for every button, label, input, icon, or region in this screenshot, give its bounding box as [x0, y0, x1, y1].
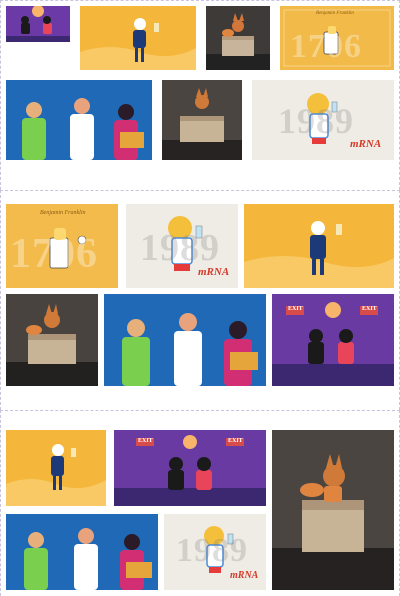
thumbnail-franklin-gold-small[interactable]: [6, 430, 106, 506]
thumbnail-chemistry-lab-medium[interactable]: EXIT EXIT: [272, 294, 394, 386]
thumbnail-fox-box-photo-2[interactable]: [6, 294, 98, 386]
exit-sign-left: EXIT: [288, 306, 303, 312]
thumbnail-fox-box-photo[interactable]: [162, 80, 242, 160]
thumbnail-franklin-gold[interactable]: [80, 6, 196, 70]
thumbnail-year-1706-small[interactable]: Benjamin Franklin 1706: [280, 6, 394, 70]
thumbnail-fox-box-photo-tall[interactable]: [272, 430, 394, 590]
chemistry-lab-illustration: [6, 6, 70, 42]
thumbnail-franklin-gold-large[interactable]: [244, 204, 394, 288]
health-workers-illustration-medium: [104, 294, 266, 386]
fox-box-photo: [162, 80, 242, 160]
year-1989-text-small: 1989: [176, 532, 248, 569]
fox-photo: [206, 6, 270, 70]
year-1706-text: 1706: [290, 28, 362, 65]
chemistry-lab-illustration-large: [114, 430, 266, 506]
thumbnail-year-1706-large[interactable]: Benjamin Franklin 1706: [6, 204, 118, 288]
thumbnail-mrna-1989-small[interactable]: 1989 mRNA: [164, 514, 266, 590]
thumbnail-health-workers-small[interactable]: [6, 514, 158, 590]
exit-sign-right: EXIT: [362, 306, 377, 312]
thumbnail-chemistry-lab[interactable]: [6, 6, 70, 42]
thumbnail-chemistry-lab-large[interactable]: EXIT EXIT: [114, 430, 266, 506]
year-1989-text-medium: 1989: [140, 227, 220, 269]
mrna-label: mRNA: [350, 138, 382, 150]
mrna-label-medium: mRNA: [198, 266, 230, 278]
mrna-label-small: mRNA: [230, 570, 259, 581]
thumbnail-mrna-1989-medium[interactable]: 1989 mRNA: [126, 204, 238, 288]
year-1706-text-large: 1706: [10, 231, 98, 277]
exit-sign-right-large: EXIT: [228, 438, 243, 444]
script-signature-label: Benjamin Franklin: [316, 11, 354, 16]
fox-box-photo-tall: [272, 430, 394, 590]
script-signature-label-large: Benjamin Franklin: [40, 210, 86, 216]
health-workers-illustration: [6, 80, 152, 160]
health-workers-illustration-small: [6, 514, 158, 590]
franklin-illustration-small: [6, 430, 106, 506]
thumbnail-health-workers[interactable]: [6, 80, 152, 160]
fox-box-photo-2: [6, 294, 98, 386]
year-1989-text: 1989: [278, 101, 354, 141]
franklin-illustration: [80, 6, 196, 70]
thumbnail-fox-photo[interactable]: [206, 6, 270, 70]
exit-sign-left-large: EXIT: [138, 438, 153, 444]
franklin-illustration-large: [244, 204, 394, 288]
thumbnail-mrna-1989[interactable]: 1989 mRNA: [252, 80, 394, 160]
thumbnail-health-workers-medium[interactable]: [104, 294, 266, 386]
